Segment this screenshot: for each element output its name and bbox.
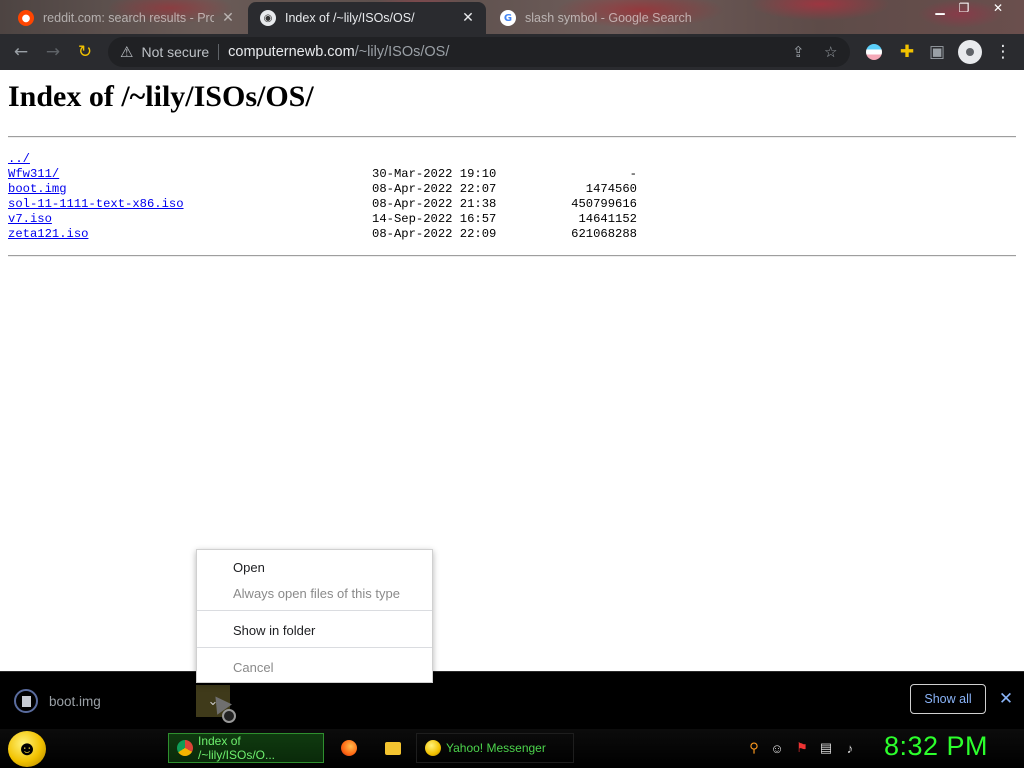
reload-icon[interactable]: ↻ <box>70 37 100 67</box>
more-menu-icon[interactable]: ⋮ <box>988 37 1018 67</box>
tab-title: reddit.com: search results - Pro… <box>43 11 214 25</box>
security-label[interactable]: Not secure <box>141 44 209 60</box>
list-item: Wfw311/ 30-Mar-2022 19:10 - <box>8 167 648 182</box>
close-tab-icon[interactable]: ✕ <box>220 10 236 26</box>
list-item: ../ <box>8 152 648 167</box>
tab-reddit[interactable]: ● reddit.com: search results - Pro… ✕ <box>6 2 246 34</box>
taskbar-item-label: Yahoo! Messenger <box>446 741 546 755</box>
taskbar: ☻ Index of /~lily/ISOs/O... Yahoo! Messe… <box>0 729 1024 768</box>
file-date: 08-Apr-2022 21:38 <box>372 197 497 211</box>
yahoo-messenger-icon <box>425 740 441 756</box>
search-icon[interactable]: ⚲ <box>746 740 762 756</box>
back-arrow-icon[interactable]: ← <box>6 37 36 67</box>
file-date: 08-Apr-2022 22:07 <box>372 182 497 196</box>
profile-avatar-icon[interactable] <box>958 40 982 64</box>
share-icon[interactable]: ⇪ <box>792 43 805 61</box>
file-size: 450799616 <box>571 197 637 211</box>
bottom-divider <box>8 255 1016 257</box>
file-date: 14-Sep-2022 16:57 <box>372 212 497 226</box>
browser-toolbar: ← → ↻ ⚠ Not secure computernewb.com /~li… <box>0 34 1024 70</box>
download-context-menu: Open Always open files of this type Show… <box>196 549 433 683</box>
bookmark-star-icon[interactable]: ☆ <box>824 43 837 61</box>
menu-item-show-in-folder[interactable]: Show in folder <box>233 623 315 638</box>
list-item: zeta121.iso 08-Apr-2022 22:09 621068288 <box>8 227 648 242</box>
download-item[interactable]: boot.img <box>14 686 101 716</box>
tab-index[interactable]: ◉ Index of /~lily/ISOs/OS/ ✕ <box>248 2 486 34</box>
volume-icon[interactable]: ♪ <box>842 740 858 756</box>
network-icon[interactable]: ▤ <box>818 740 834 756</box>
close-icon[interactable]: ✕ <box>996 688 1016 710</box>
forward-arrow-icon[interactable]: → <box>38 37 68 67</box>
tab-google[interactable]: G slash symbol - Google Search <box>488 2 728 34</box>
close-tab-icon[interactable]: ✕ <box>460 10 476 26</box>
maximize-icon[interactable]: ❐ <box>952 0 976 16</box>
show-all-button[interactable]: Show all <box>910 684 986 714</box>
file-size: - <box>629 167 637 181</box>
start-smiley-icon[interactable]: ☻ <box>8 731 46 767</box>
list-item: boot.img 08-Apr-2022 22:07 1474560 <box>8 182 648 197</box>
close-window-icon[interactable]: ✕ <box>986 0 1010 16</box>
file-link[interactable]: sol-11-1111-text-x86.iso <box>8 197 184 212</box>
page-title: Index of /~lily/ISOs/OS/ <box>8 80 314 113</box>
file-size: 1474560 <box>585 182 637 196</box>
file-link[interactable]: Wfw311/ <box>8 167 59 182</box>
download-shelf: boot.img ⌄ Show all ✕ <box>0 671 1024 730</box>
file-icon <box>14 689 38 713</box>
url-host: computernewb.com <box>228 44 355 60</box>
minimize-icon[interactable]: ▁ <box>928 0 952 16</box>
file-link[interactable]: v7.iso <box>8 212 52 227</box>
top-divider <box>8 136 1016 138</box>
extensions-puzzle-icon[interactable]: ✚ <box>892 37 922 67</box>
menu-divider <box>197 647 432 648</box>
file-date: 08-Apr-2022 22:09 <box>372 227 497 241</box>
firefox-icon[interactable] <box>340 739 358 757</box>
tab-strip: ● reddit.com: search results - Pro… ✕ ◉ … <box>0 0 1024 34</box>
chrome-icon <box>177 740 193 756</box>
taskbar-item-label: Index of /~lily/ISOs/O... <box>198 734 276 762</box>
taskbar-item-chrome[interactable]: Index of /~lily/ISOs/O... <box>168 733 324 763</box>
menu-item-cancel[interactable]: Cancel <box>233 660 273 675</box>
file-listing: ../ Wfw311/ 30-Mar-2022 19:10 - boot.img… <box>8 152 648 242</box>
tab-title: Index of /~lily/ISOs/OS/ <box>285 11 415 25</box>
omnibox-divider <box>218 44 220 60</box>
file-link[interactable]: zeta121.iso <box>8 227 88 242</box>
file-link[interactable]: boot.img <box>8 182 67 197</box>
list-item: sol-11-1111-text-x86.iso 08-Apr-2022 21:… <box>8 197 648 212</box>
gnu-icon: ◉ <box>260 10 276 26</box>
side-panel-icon[interactable]: ▣ <box>922 37 952 67</box>
menu-item-open[interactable]: Open <box>233 560 265 575</box>
google-icon: G <box>500 10 516 26</box>
page-content: Index of /~lily/ISOs/OS/ ../ Wfw311/ 30-… <box>0 70 1024 671</box>
parent-directory-link[interactable]: ../ <box>8 152 30 167</box>
file-size: 621068288 <box>571 227 637 241</box>
file-size: 14641152 <box>578 212 637 226</box>
download-filename: boot.img <box>49 693 101 709</box>
warning-triangle-icon[interactable]: ⚠ <box>120 43 133 61</box>
clock[interactable]: 8:32 PM <box>884 731 988 762</box>
action-center-flag-icon[interactable]: ⚑ <box>794 740 810 756</box>
menu-divider <box>197 610 432 611</box>
tab-title: slash symbol - Google Search <box>525 11 692 25</box>
address-bar[interactable]: ⚠ Not secure computernewb.com /~lily/ISO… <box>108 37 850 67</box>
profile-flag-icon[interactable] <box>866 44 882 60</box>
folder-icon[interactable] <box>384 739 402 757</box>
taskbar-item-yahoo-messenger[interactable]: Yahoo! Messenger <box>416 733 574 763</box>
menu-item-always-open: Always open files of this type <box>233 586 400 601</box>
file-date: 30-Mar-2022 19:10 <box>372 167 497 181</box>
reddit-icon: ● <box>18 10 34 26</box>
busy-cursor-icon <box>222 709 236 723</box>
url-path: /~lily/ISOs/OS/ <box>354 44 450 60</box>
messenger-tray-icon[interactable]: ☺ <box>769 740 785 756</box>
list-item: v7.iso 14-Sep-2022 16:57 14641152 <box>8 212 648 227</box>
